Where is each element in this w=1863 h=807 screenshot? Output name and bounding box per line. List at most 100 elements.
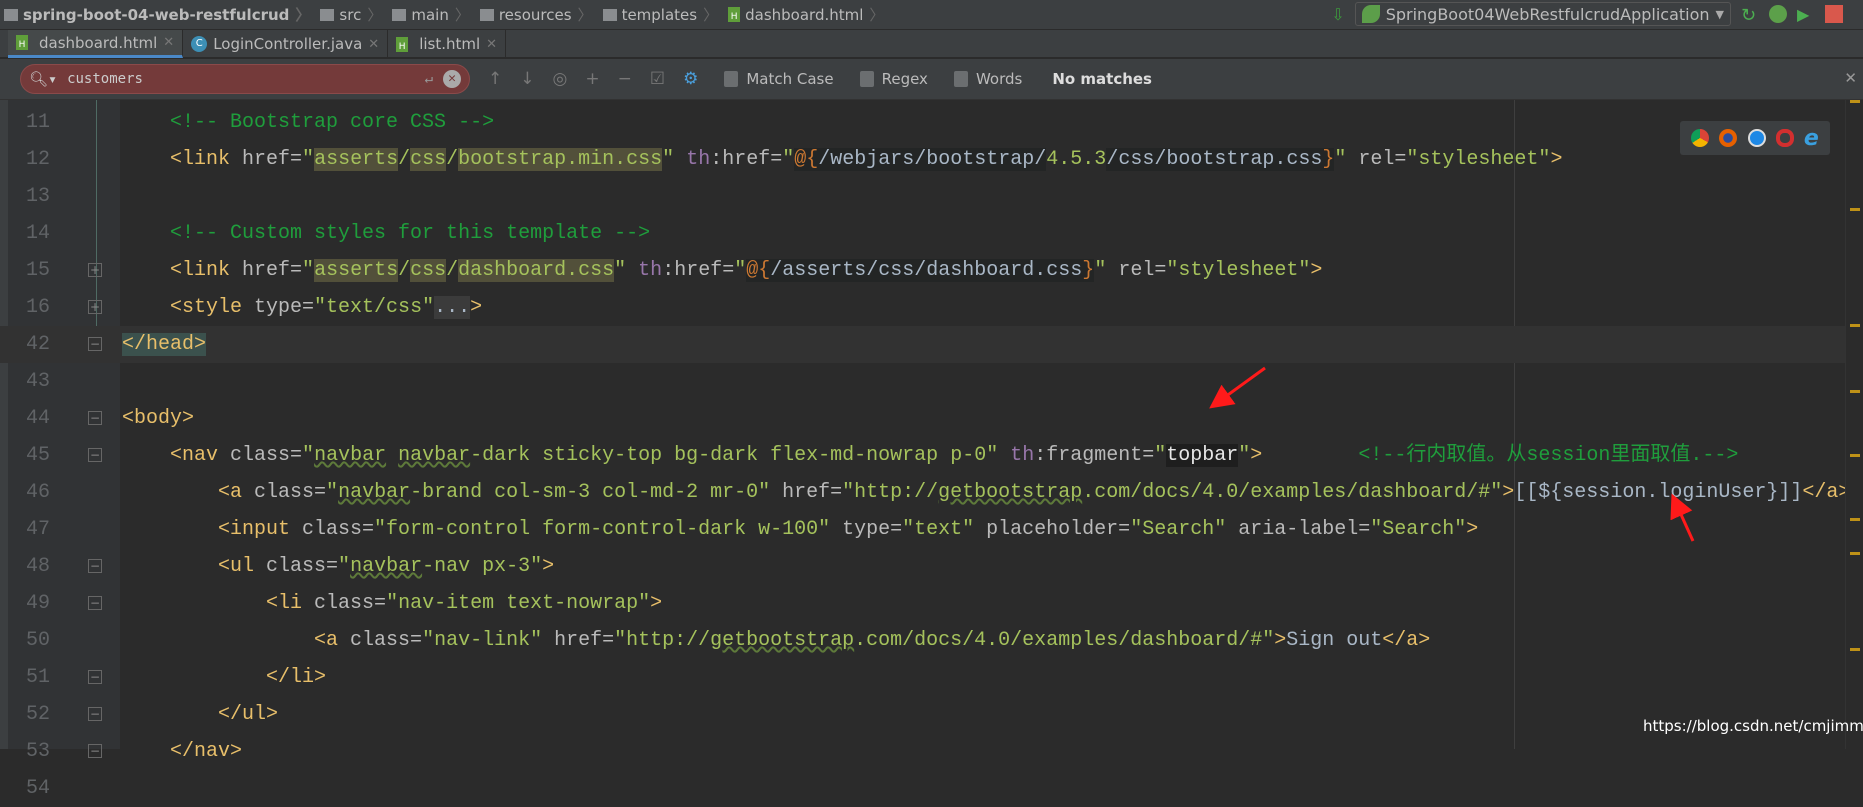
- words-checkbox[interactable]: Words: [953, 70, 1022, 88]
- stop-icon[interactable]: [1825, 5, 1843, 23]
- code-token: href=: [242, 259, 303, 282]
- code-token: type=: [842, 518, 903, 541]
- folder-icon: [320, 8, 335, 21]
- code-line[interactable]: 11 <!-- Bootstrap core CSS -->: [0, 104, 1845, 141]
- code-token: >: [1466, 518, 1479, 541]
- next-occurrence-icon[interactable]: ↓: [520, 69, 534, 89]
- code-line[interactable]: 47 <input class="form-control form-contr…: [0, 511, 1845, 548]
- line-number: 13: [25, 185, 50, 208]
- close-icon[interactable]: ✕: [486, 37, 497, 52]
- code-line[interactable]: 44 − <body>: [0, 400, 1845, 437]
- code-token: aria-label=: [1238, 518, 1371, 541]
- code-token: navbar: [398, 444, 471, 467]
- fold-collapse-icon[interactable]: −: [88, 337, 102, 351]
- breadcrumb-project[interactable]: spring-boot-04-web-restfulcrud 〉: [0, 0, 316, 30]
- code-line[interactable]: 52 − </ul>: [0, 696, 1845, 733]
- close-icon[interactable]: ✕: [368, 37, 379, 52]
- breadcrumb-label: templates: [621, 5, 698, 24]
- code-token: class=: [314, 592, 387, 615]
- breadcrumb-templates[interactable]: templates 〉: [599, 0, 725, 30]
- checkbox-box[interactable]: [953, 71, 968, 87]
- code-token: "nav-item text-nowrap": [386, 592, 651, 615]
- firefox-icon[interactable]: [1719, 129, 1738, 147]
- code-token: topbar: [1166, 444, 1239, 467]
- code-token: rel=: [1358, 148, 1407, 171]
- fold-collapse-icon[interactable]: −: [88, 670, 102, 684]
- code-token: th: [686, 148, 711, 171]
- code-line[interactable]: 12 <link href="asserts/css/bootstrap.min…: [0, 141, 1845, 178]
- tab-login-controller[interactable]: C LoginController.java ✕: [183, 30, 389, 58]
- fold-collapse-icon[interactable]: −: [88, 707, 102, 721]
- code-line[interactable]: 50 <a class="nav-link" href="http://getb…: [0, 622, 1845, 659]
- search-field[interactable]: 🔍︎▾ ↵ ✕: [20, 64, 470, 94]
- find-all-icon[interactable]: ◎: [553, 69, 568, 89]
- settings-gear-icon[interactable]: ⚙: [683, 69, 698, 89]
- code-line[interactable]: 48 − <ul class="navbar-nav px-3">: [0, 548, 1845, 585]
- ie-icon[interactable]: e: [1804, 126, 1819, 151]
- code-line[interactable]: 43: [0, 363, 1845, 400]
- code-line[interactable]: 42 − </head>: [0, 326, 1845, 363]
- regex-checkbox[interactable]: Regex: [859, 70, 928, 88]
- code-token: "text/css": [314, 296, 435, 319]
- code-line[interactable]: 15 + <link href="asserts/css/dashboard.cs…: [0, 252, 1845, 289]
- code-token: /css/bootstrap.css: [1106, 148, 1323, 171]
- checkbox-label: Match Case: [746, 70, 834, 88]
- code-line[interactable]: 14 <!-- Custom styles for this template …: [0, 215, 1845, 252]
- rerun-icon[interactable]: ↻: [1741, 5, 1759, 26]
- enter-icon: ↵: [424, 71, 433, 87]
- match-case-checkbox[interactable]: Match Case: [724, 70, 834, 88]
- code-token: "http://: [842, 481, 939, 504]
- html-file-icon: H: [396, 36, 409, 52]
- checkbox-box[interactable]: [859, 71, 874, 87]
- search-input[interactable]: [67, 71, 425, 87]
- opera-icon[interactable]: [1775, 129, 1794, 147]
- breadcrumb-file[interactable]: Hdashboard.html 〉: [724, 0, 890, 30]
- search-icon[interactable]: 🔍︎▾: [29, 70, 57, 88]
- breadcrumb-resources[interactable]: resources 〉: [476, 0, 599, 30]
- fold-collapse-icon[interactable]: −: [88, 411, 102, 425]
- code-line[interactable]: 46 <a class="navbar-brand col-sm-3 col-m…: [0, 474, 1850, 511]
- run-coverage-icon[interactable]: ▶: [1797, 5, 1815, 24]
- code-line[interactable]: 51 − </li>: [0, 659, 1845, 696]
- build-icon[interactable]: ⇩: [1331, 5, 1344, 24]
- tab-dashboard-html[interactable]: Hdashboard.html ✕: [8, 30, 184, 58]
- run-config-select[interactable]: SpringBoot04WebRestfulcrudApplication ▼: [1354, 2, 1731, 26]
- fold-expand-icon[interactable]: +: [88, 300, 102, 314]
- scroll-marker: [1850, 552, 1860, 555]
- code-token: [[${session.loginUser}]]: [1514, 481, 1803, 504]
- fold-collapse-icon[interactable]: −: [88, 744, 102, 758]
- close-icon[interactable]: ✕: [163, 35, 174, 50]
- fold-expand-icon[interactable]: +: [88, 263, 102, 277]
- code-line[interactable]: 13: [0, 178, 1845, 215]
- code-line[interactable]: 49 − <li class="nav-item text-nowrap">: [0, 585, 1845, 622]
- scrollbar[interactable]: [1845, 100, 1863, 749]
- chrome-icon[interactable]: [1691, 129, 1710, 147]
- tab-list-html[interactable]: Hlist.html ✕: [388, 30, 507, 58]
- code-token: "text": [902, 518, 987, 541]
- code-line[interactable]: 53 − </nav>: [0, 733, 1845, 770]
- code-token: "stylesheet": [1406, 148, 1551, 171]
- breadcrumb-src[interactable]: src 〉: [316, 0, 388, 30]
- add-selection-icon[interactable]: +: [585, 69, 599, 89]
- select-all-icon[interactable]: ☑: [650, 69, 665, 89]
- clear-icon[interactable]: ✕: [443, 70, 461, 88]
- breadcrumb-main[interactable]: main 〉: [388, 0, 476, 30]
- debug-icon[interactable]: [1769, 5, 1787, 23]
- previous-occurrence-icon[interactable]: ↑: [488, 69, 502, 89]
- fold-collapse-icon[interactable]: −: [88, 559, 102, 573]
- safari-icon[interactable]: [1747, 129, 1766, 147]
- code-line[interactable]: 54: [0, 770, 1845, 807]
- close-icon[interactable]: ✕: [1844, 69, 1857, 87]
- code-token: "http://: [614, 629, 711, 652]
- code-line[interactable]: 16 + <style type="text/css"...>: [0, 289, 1845, 326]
- remove-selection-icon[interactable]: −: [618, 69, 632, 89]
- fold-collapse-icon[interactable]: −: [88, 596, 102, 610]
- code-text: <link href="asserts/css/bootstrap.min.cs…: [122, 141, 1562, 178]
- code-token: @{: [746, 259, 771, 282]
- fold-collapse-icon[interactable]: −: [88, 448, 102, 462]
- code-line[interactable]: 45− <nav class="navbar navbar-dark stick…: [0, 437, 1845, 474]
- checkbox-box[interactable]: [724, 71, 739, 87]
